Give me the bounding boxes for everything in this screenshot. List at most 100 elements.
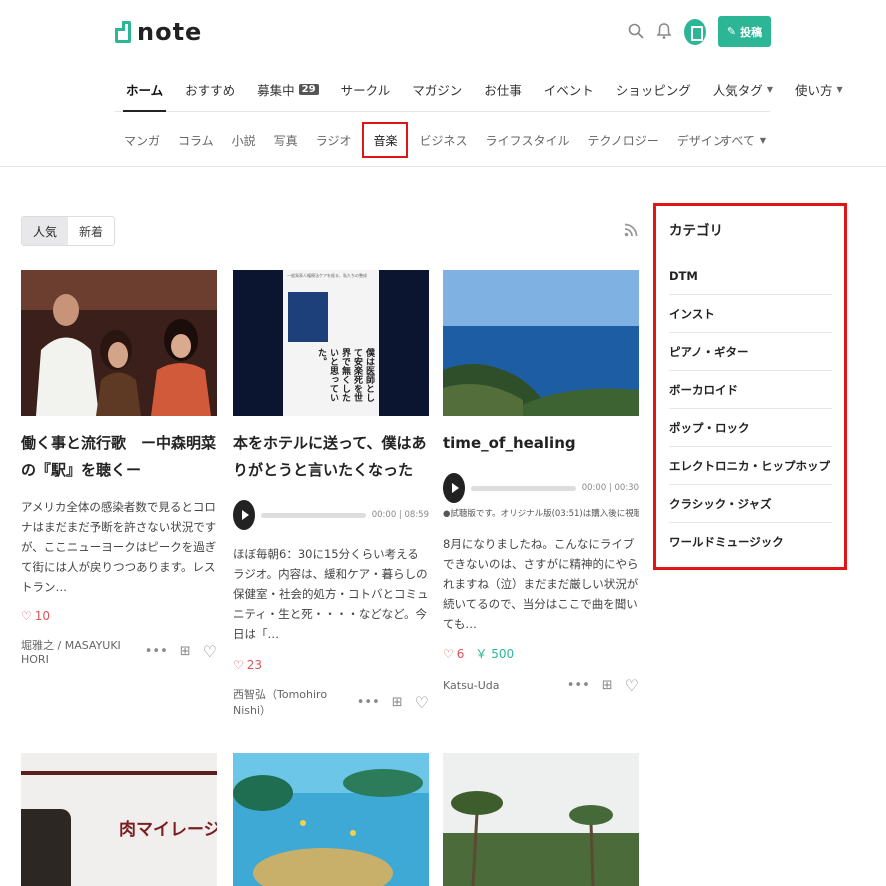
card-title[interactable]: 働く事と流行歌 ー中森明菜の『駅』を聴くー (21, 430, 217, 484)
add-to-magazine-icon[interactable]: ⊞ (180, 644, 191, 659)
tab-new[interactable]: 新着 (68, 217, 114, 245)
ocean-photo (443, 270, 639, 416)
nav-label: マガジン (412, 83, 463, 98)
nav-item-popular-tags[interactable]: 人気タグ ▼ (702, 74, 784, 111)
main-nav: ホーム おすすめ 募集中 29 サークル マガジン お仕事 イベント ショッピング… (115, 74, 843, 112)
category-item-dtm[interactable]: DTM (669, 257, 832, 295)
play-button[interactable] (233, 500, 255, 530)
pencil-icon: ✎ (726, 25, 737, 38)
like-count-value: 23 (246, 658, 263, 672)
nav-item-home[interactable]: ホーム (115, 74, 174, 112)
palm-trees-photo (443, 753, 639, 886)
card-thumbnail[interactable]: 肉マイレージ (21, 753, 217, 886)
subnav-item-lifestyle[interactable]: ライフスタイル (476, 124, 578, 156)
note-logo-icon (115, 21, 131, 43)
category-item-world-music[interactable]: ワールドミュージック (669, 523, 832, 561)
nav-label: イベント (543, 83, 594, 98)
heart-icon[interactable]: ♡ (625, 676, 639, 695)
article-card[interactable]: time_of_healing 00:00 | 00:30 ●試聴版です。オリジ… (443, 270, 639, 695)
trial-note: ●試聴版です。オリジナル版(03:51)は購入後に視聴できます。 (443, 509, 639, 519)
post-button-label: 投稿 (740, 25, 763, 39)
subnav-item-music[interactable]: 音楽 (362, 122, 409, 158)
category-item-electronica-hiphop[interactable]: エレクトロニカ・ヒップホップ (669, 447, 832, 485)
card-thumbnail[interactable] (21, 270, 217, 416)
count-badge: 29 (298, 84, 319, 95)
card-thumbnail[interactable] (443, 270, 639, 416)
book-page-heading: 一般発表人権療法ケアを経る、私たちの整成 (287, 273, 367, 278)
category-title: カテゴリ (669, 223, 723, 239)
nav-label: おすすめ (185, 83, 236, 98)
article-card[interactable]: 働く事と流行歌 ー中森明菜の『駅』を聴くー アメリカ全体の感染者数で見るとコロナ… (21, 270, 217, 666)
all-label: すべて (720, 133, 755, 148)
nav-label: サークル (340, 83, 391, 98)
subnav-item-column[interactable]: コラム (169, 124, 223, 156)
heart-icon[interactable]: ♡ (203, 642, 217, 661)
subnav-item-novel[interactable]: 小説 (223, 124, 265, 156)
more-icon[interactable]: ••• (567, 678, 590, 693)
card-excerpt: ほぼ毎朝6：30に15分くらい考えるラジオ。内容は、緩和ケア・暮らしの保健室・社… (233, 547, 429, 641)
singer-photo (21, 270, 217, 416)
nav-label: ショッピング (615, 83, 691, 98)
author-name[interactable]: Katsu-Uda (443, 679, 500, 692)
audio-player: 00:00 | 08:59 (233, 500, 429, 530)
thumb-text: 肉マイレージ (119, 820, 217, 840)
post-button[interactable]: ✎ 投稿 (718, 16, 771, 47)
nav-item-shopping[interactable]: ショッピング (605, 74, 702, 111)
chevron-down-icon: ▼ (759, 135, 766, 145)
search-icon[interactable] (627, 22, 645, 40)
progress-track[interactable] (471, 485, 576, 491)
nav-item-recommend[interactable]: おすすめ (174, 74, 246, 111)
more-icon[interactable]: ••• (357, 695, 380, 710)
nav-item-magazine[interactable]: マガジン (401, 74, 473, 111)
heart-icon: ♡ (443, 646, 454, 661)
category-item-vocaloid[interactable]: ボーカロイド (669, 371, 832, 409)
heart-icon[interactable]: ♡ (415, 693, 429, 712)
play-button[interactable] (443, 473, 465, 503)
subnav-item-radio[interactable]: ラジオ (307, 124, 361, 156)
subnav-all-dropdown[interactable]: すべて ▼ (720, 124, 766, 156)
card-footer: 西智弘（Tomohiro Nishi） ••• ⊞ ♡ (233, 686, 429, 718)
add-to-magazine-icon[interactable]: ⊞ (602, 678, 613, 693)
audio-time: 00:00 | 08:59 (371, 510, 429, 520)
like-count-value: 6 (456, 646, 465, 661)
more-icon[interactable]: ••• (145, 644, 168, 659)
card-actions: ••• ⊞ ♡ (567, 676, 639, 695)
card-title[interactable]: time_of_healing (443, 430, 639, 457)
category-subnav: マンガ コラム 小説 写真 ラジオ 音楽 ビジネス ライフスタイル テクノロジー… (115, 122, 770, 158)
category-panel: カテゴリ DTM インスト ピアノ・ギター ボーカロイド ポップ・ロック エレク… (653, 203, 847, 570)
price-tag: ￥ 500 (475, 647, 515, 661)
category-item-pop-rock[interactable]: ポップ・ロック (669, 409, 832, 447)
nav-item-events[interactable]: イベント (533, 74, 605, 111)
category-item-classical-jazz[interactable]: クラシック・ジャズ (669, 485, 832, 523)
article-card[interactable]: 一般発表人権療法ケアを経る、私たちの整成 僕は医師として安楽死を世界で無くしたい… (233, 270, 429, 718)
card-thumbnail[interactable] (233, 753, 429, 886)
card-thumbnail[interactable]: 一般発表人権療法ケアを経る、私たちの整成 僕は医師として安楽死を世界で無くしたい… (233, 270, 429, 416)
author-name[interactable]: 西智弘（Tomohiro Nishi） (233, 686, 357, 718)
note-logo[interactable]: note (115, 18, 202, 46)
nav-item-how-to[interactable]: 使い方 ▼ (784, 74, 854, 111)
subnav-item-manga[interactable]: マンガ (115, 124, 169, 156)
logo-text: note (137, 18, 203, 46)
add-to-magazine-icon[interactable]: ⊞ (392, 695, 403, 710)
nav-label: 募集中 (257, 83, 295, 98)
avatar[interactable] (684, 19, 706, 45)
rss-icon[interactable] (624, 223, 638, 237)
category-item-piano-guitar[interactable]: ピアノ・ギター (669, 333, 832, 371)
tab-popular[interactable]: 人気 (22, 217, 69, 245)
chevron-down-icon: ▼ (766, 85, 773, 94)
progress-track[interactable] (261, 512, 366, 518)
card-title[interactable]: 本をホテルに送って、僕はありがとうと言いたくなった (233, 430, 429, 484)
nav-item-recruiting[interactable]: 募集中 29 (246, 74, 329, 111)
nav-item-jobs[interactable]: お仕事 (473, 74, 533, 111)
category-item-instrumental[interactable]: インスト (669, 295, 832, 333)
card-footer: Katsu-Uda ••• ⊞ ♡ (443, 676, 639, 695)
nav-item-circle[interactable]: サークル (330, 74, 402, 111)
audio-player: 00:00 | 00:30 (443, 473, 639, 503)
subnav-item-technology[interactable]: テクノロジー (579, 124, 668, 156)
author-name[interactable]: 堀雅之 / MASAYUKI HORI (21, 637, 145, 666)
subnav-item-business[interactable]: ビジネス (410, 124, 476, 156)
like-count: ♡ 10 (21, 609, 217, 623)
subnav-item-photo[interactable]: 写真 (265, 124, 307, 156)
bell-icon[interactable] (655, 22, 673, 40)
card-thumbnail[interactable] (443, 753, 639, 886)
